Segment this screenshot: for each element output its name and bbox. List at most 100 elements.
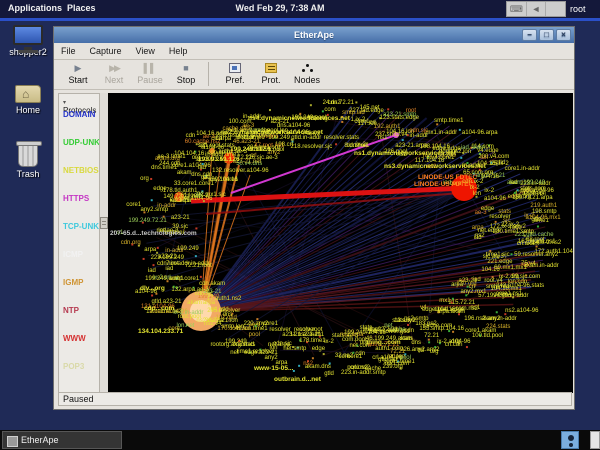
pane-divider[interactable]	[100, 93, 108, 393]
start-button[interactable]: ▶ Start	[60, 60, 96, 85]
node-label-noise: a104-96	[202, 144, 225, 151]
node-label: 193.93.51.126	[198, 156, 240, 163]
node-label-noise: 192.auth1	[373, 124, 401, 131]
node-label-noise: 38.72.21.lon	[204, 318, 238, 325]
nodes-button[interactable]: Nodes	[289, 60, 325, 85]
desktop-icon-computer[interactable]: shopper2	[2, 25, 54, 57]
nodes-icon	[289, 62, 325, 75]
node-label-noise: cache.com	[423, 323, 453, 330]
node-label-noise: tld	[417, 348, 424, 355]
task-button-etherape[interactable]: EtherApe	[2, 431, 122, 449]
toolbar-label: Prot.	[261, 75, 281, 85]
trash-icon	[16, 141, 42, 167]
menubar: File Capture View Help	[54, 43, 574, 60]
node-label-noise: ns2.a104-96	[505, 307, 539, 314]
toolbar-label: Start	[68, 75, 88, 85]
node-label-noise: 39.sjc	[172, 223, 188, 230]
next-button: ▶▶ Next	[96, 60, 132, 85]
close-button[interactable]: ×	[556, 29, 571, 41]
node-label-noise: 104.16.mx1	[490, 286, 522, 293]
node-label-noise: gtld	[200, 175, 211, 182]
toolbar-separator	[208, 62, 209, 86]
protocol-https[interactable]: HTTPS	[63, 194, 89, 203]
menu-view[interactable]: View	[129, 43, 162, 56]
node-label-noise: core1.akam	[465, 328, 497, 335]
taskbar: EtherApe	[0, 430, 600, 450]
minimize-button[interactable]: −	[522, 29, 537, 41]
protocol-pop3[interactable]: POP3	[63, 362, 84, 371]
node-label-noise: org	[140, 175, 149, 182]
protocol-tcp-unkn[interactable]: TCP-UNKN	[63, 222, 99, 231]
node-label-noise: 57.199.249.in-addr	[478, 292, 529, 299]
protocol-domain[interactable]: DOMAIN	[63, 110, 95, 119]
desktop-icon-home[interactable]: Home	[2, 85, 54, 115]
protocol-legend: Protocols DOMAINUDP-UNKNNETBIOS-NSHTTPST…	[58, 93, 100, 393]
node-label-noise: dns.time1	[151, 164, 178, 171]
node-label-noise: 72.21	[424, 332, 440, 339]
node-label-noise: a23-21	[157, 254, 177, 261]
pane-resize-handle[interactable]	[100, 217, 108, 229]
node-label-noise: a104-96	[483, 196, 506, 203]
applications-menu[interactable]: Applications	[8, 3, 62, 13]
node-label-noise: a23-21.smtp	[382, 111, 417, 118]
stop-button[interactable]: ■ Stop	[168, 60, 204, 85]
node-label: ns4.dynamicnetworkservices.net	[248, 115, 350, 122]
prot-button[interactable]: Prot.	[253, 60, 289, 85]
node-label-noise: tld.time1	[346, 143, 370, 150]
maximize-button[interactable]: □	[539, 29, 554, 41]
keyboard-indicator-icon[interactable]: ⌨	[507, 2, 527, 16]
places-menu[interactable]: Places	[67, 3, 96, 13]
node-label-noise: net.arpa	[267, 342, 291, 349]
node-label-noise: core1.in-addr	[504, 166, 540, 173]
node-label-noise: 59.resolver.any2	[514, 252, 559, 259]
pause-button: ▌▌ Pause	[132, 60, 168, 85]
menu-file[interactable]: File	[54, 43, 83, 56]
node-label-noise: core1	[126, 201, 142, 208]
volume-icon[interactable]: ◄	[527, 2, 547, 16]
protocol-icmp[interactable]: ICMP	[63, 250, 83, 259]
protocol-udp-unkn[interactable]: UDP-UNKN	[63, 138, 99, 147]
stop-icon: ■	[183, 63, 189, 73]
pref-button[interactable]: Pref.	[217, 60, 253, 85]
node-label-noise: root.v4	[484, 277, 503, 284]
node-label-noise: in-addr	[157, 202, 176, 209]
node-label-noise: 170.org	[456, 280, 477, 287]
toolbar-label: Nodes	[293, 75, 320, 85]
desktop-icon-trash[interactable]: Trash	[2, 141, 54, 179]
node-label-noise: 132.resolver.a104-96	[212, 168, 269, 175]
network-graph-canvas[interactable]: gtld.iad 239.org resolver edge 117.104.16 sjc…	[108, 93, 573, 393]
node-label: ns2.dynamicnetworkservices.net	[221, 129, 323, 136]
protocol-netbios-ns[interactable]: NETBIOS-NS	[63, 166, 99, 175]
panel-tray: ⌨ ◄	[506, 1, 566, 17]
protocol-igmp[interactable]: IGMP	[63, 278, 83, 287]
node-label-noise: 104.16	[481, 267, 500, 274]
toolbar-label: Pause	[137, 75, 163, 85]
node-label-noise: akam	[187, 300, 202, 307]
node-label-noise: gtld	[531, 216, 542, 223]
tray-spacer	[546, 2, 565, 16]
user-label: root	[570, 4, 586, 14]
etherape-window: EtherApe − □ × File Capture View Help ▶ Star…	[53, 26, 575, 410]
node-label-noise: crl	[369, 120, 376, 127]
toolbar: ▶ Start ▶▶ Next ▌▌ Pause ■ Stop Pref. Prot. Nodes	[54, 60, 574, 90]
workspace-switcher[interactable]	[590, 431, 600, 449]
window-titlebar[interactable]: EtherApe − □ ×	[54, 27, 574, 43]
notification-icon[interactable]	[561, 431, 579, 449]
node-label-noise: cdn.root	[156, 261, 179, 268]
node-label: LINODE-US FDTEC	[414, 181, 474, 188]
desktop-icon-label: Home	[15, 105, 40, 115]
menu-help[interactable]: Help	[162, 43, 195, 56]
menu-capture[interactable]: Capture	[83, 43, 129, 56]
clock[interactable]: Wed Feb 29, 7:38 AM	[200, 3, 360, 13]
node-label-noise: a104-96.arpa	[461, 129, 498, 136]
next-icon: ▶▶	[109, 63, 121, 73]
node-label-noise: org	[429, 349, 439, 356]
node-label-noise: ns1	[377, 134, 388, 141]
node-label-noise: 50.v4.dns	[236, 161, 263, 168]
node-label-noise: in-addr	[409, 133, 429, 140]
home-folder-icon	[15, 85, 41, 103]
pref-icon	[217, 62, 253, 75]
protocol-ntp[interactable]: NTP	[63, 306, 79, 315]
protocol-www[interactable]: WWW	[63, 334, 86, 343]
node-label-noise: a23-21.a23-21	[282, 332, 322, 339]
